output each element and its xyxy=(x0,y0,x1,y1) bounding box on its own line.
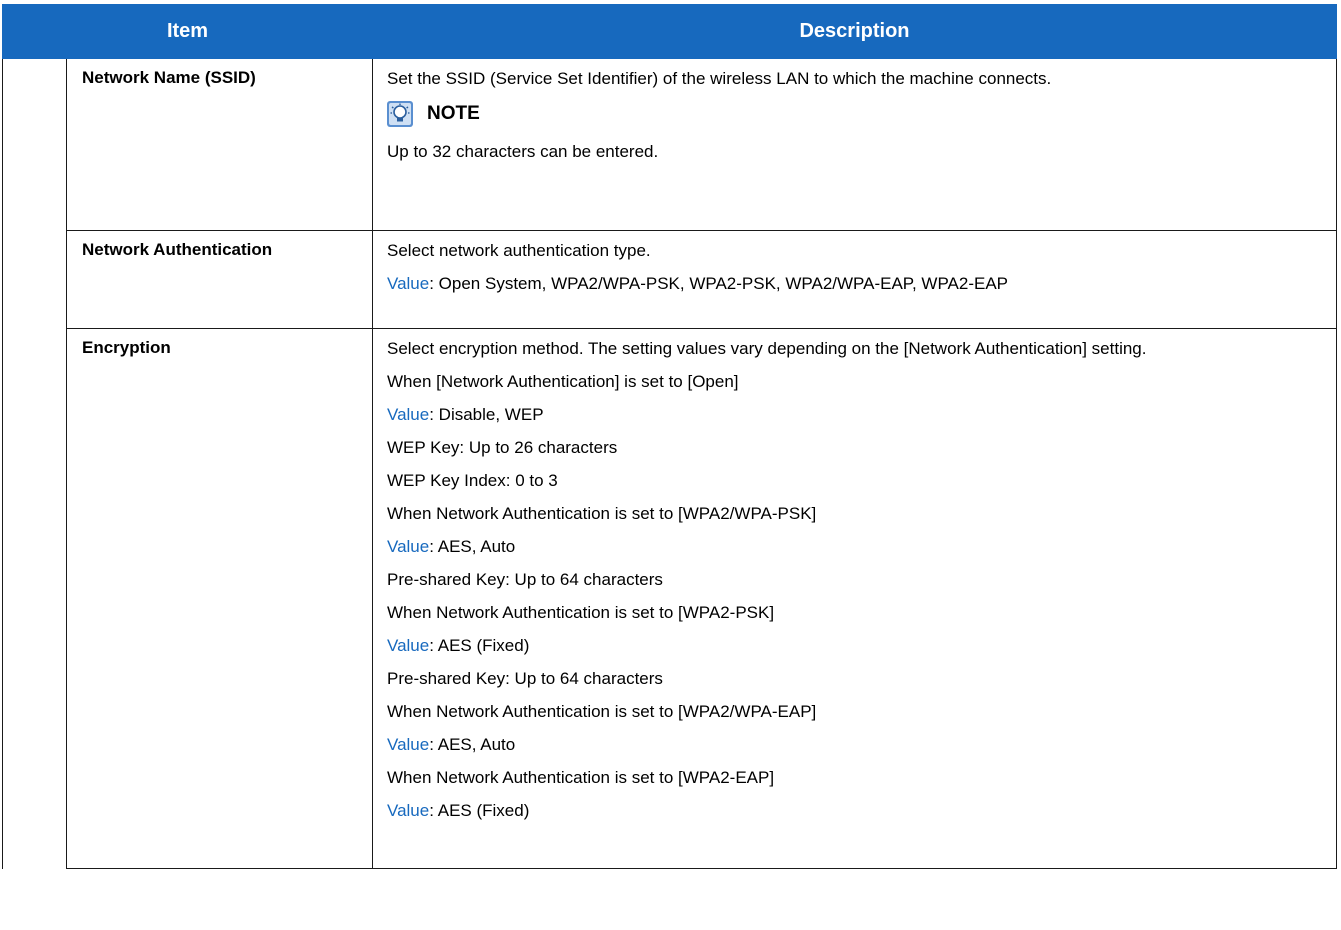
description-cell: Select network authentication type. Valu… xyxy=(372,230,1337,329)
header-item: Item xyxy=(2,4,373,59)
description-text: Set the SSID (Service Set Identifier) of… xyxy=(387,69,1052,88)
value-label: Value xyxy=(387,405,430,424)
note-bulb-icon xyxy=(387,101,413,127)
note-text: Up to 32 characters can be entered. xyxy=(387,142,659,161)
description-text: WEP Key: Up to 26 characters xyxy=(387,438,618,457)
value-text: : Disable, WEP xyxy=(429,405,544,424)
value-line: Value: AES, Auto xyxy=(387,734,1316,755)
value-text: : AES (Fixed) xyxy=(429,636,530,655)
description-text: Select encryption method. The setting va… xyxy=(387,339,1147,358)
value-text: : AES, Auto xyxy=(429,735,516,754)
value-line: Value: Open System, WPA2/WPA-PSK, WPA2-P… xyxy=(387,273,1316,294)
description-cell: Select encryption method. The setting va… xyxy=(372,328,1337,869)
value-label: Value xyxy=(387,274,430,293)
value-label: Value xyxy=(387,537,430,556)
description-text: When Network Authentication is set to [W… xyxy=(387,702,817,721)
description-cell: Set the SSID (Service Set Identifier) of… xyxy=(372,58,1337,231)
item-name: Encryption xyxy=(66,328,373,869)
indent-cell xyxy=(2,58,67,869)
value-line: Value: AES (Fixed) xyxy=(387,800,1316,821)
value-text: : AES, Auto xyxy=(429,537,516,556)
value-label: Value xyxy=(387,636,430,655)
description-text: When [Network Authentication] is set to … xyxy=(387,372,739,391)
table-row: Network Name (SSID) Set the SSID (Servic… xyxy=(2,58,1337,869)
header-description: Description xyxy=(372,4,1337,59)
value-line: Value: AES, Auto xyxy=(387,536,1316,557)
description-text: WEP Key Index: 0 to 3 xyxy=(387,471,558,490)
description-text: Select network authentication type. xyxy=(387,241,651,260)
description-text: Pre-shared Key: Up to 64 characters xyxy=(387,570,663,589)
item-name: Network Name (SSID) xyxy=(66,58,373,231)
note-title: NOTE xyxy=(427,103,480,124)
value-line: Value: Disable, WEP xyxy=(387,404,1316,425)
value-text: : AES (Fixed) xyxy=(429,801,530,820)
settings-table: Item Description Network Name (SSID) Set… xyxy=(2,4,1337,869)
description-text: When Network Authentication is set to [W… xyxy=(387,768,775,787)
value-label: Value xyxy=(387,801,430,820)
item-name: Network Authentication xyxy=(66,230,373,329)
value-label: Value xyxy=(387,735,430,754)
description-text: When Network Authentication is set to [W… xyxy=(387,504,817,523)
note-heading: NOTE xyxy=(387,101,1316,127)
description-text: When Network Authentication is set to [W… xyxy=(387,603,775,622)
value-line: Value: AES (Fixed) xyxy=(387,635,1316,656)
table-row: Network Authentication Select network au… xyxy=(3,230,1337,329)
value-text: : Open System, WPA2/WPA-PSK, WPA2-PSK, W… xyxy=(429,274,1008,293)
table-header-row: Item Description xyxy=(2,4,1337,59)
description-text: Pre-shared Key: Up to 64 characters xyxy=(387,669,663,688)
table-row: Encryption Select encryption method. The… xyxy=(3,328,1337,869)
